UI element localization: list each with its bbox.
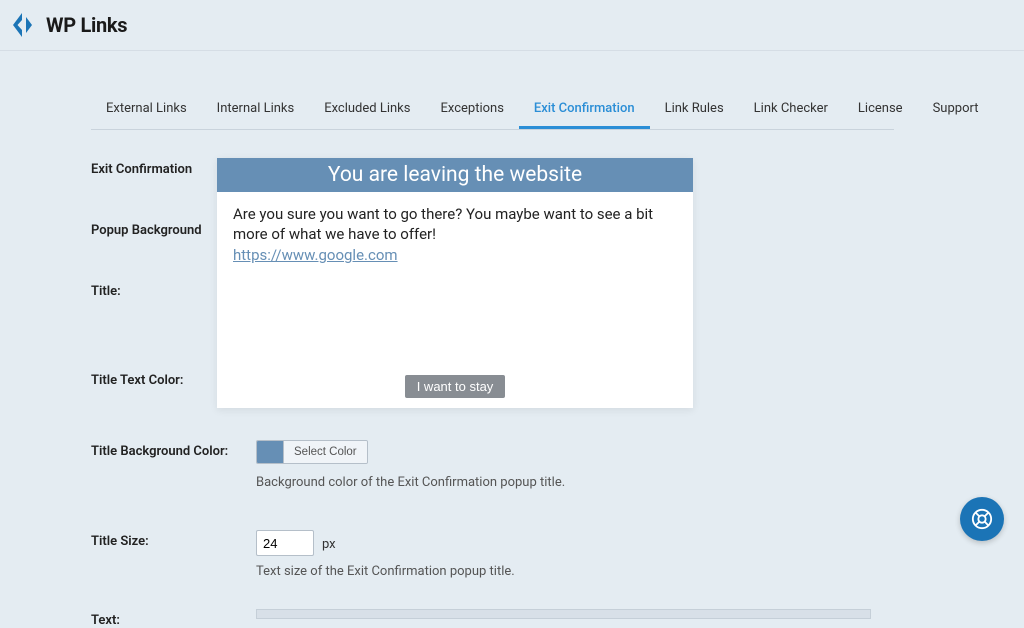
tab-internal-links[interactable]: Internal Links (202, 91, 310, 129)
preview-body-text: Are you sure you want to go there? You m… (233, 205, 653, 243)
tab-link-rules[interactable]: Link Rules (650, 91, 739, 129)
text-textarea[interactable] (256, 609, 871, 619)
brand-logo: WP Links (10, 11, 127, 39)
help-button[interactable] (960, 497, 1004, 541)
logo-icon (10, 11, 40, 39)
tab-license[interactable]: License (843, 91, 918, 129)
label-title-size: Title Size: (91, 530, 256, 549)
preview-link[interactable]: https://www.google.com (233, 246, 398, 264)
exit-confirmation-preview: You are leaving the website Are you sure… (217, 158, 693, 408)
label-text: Text: (91, 609, 256, 628)
title-size-input[interactable] (256, 530, 314, 556)
tab-exceptions[interactable]: Exceptions (425, 91, 518, 129)
title-size-helper: Text size of the Exit Confirmation popup… (256, 564, 894, 579)
tab-excluded-links[interactable]: Excluded Links (309, 91, 425, 129)
preview-body: Are you sure you want to go there? You m… (217, 192, 693, 375)
tab-support[interactable]: Support (918, 91, 994, 129)
stay-button[interactable]: I want to stay (405, 375, 506, 398)
title-size-unit: px (322, 537, 336, 552)
tab-exit-confirmation[interactable]: Exit Confirmation (519, 91, 650, 129)
lifebuoy-icon (971, 508, 993, 530)
color-swatch (257, 441, 283, 463)
title-bg-color-picker[interactable]: Select Color (256, 440, 368, 464)
preview-title: You are leaving the website (217, 158, 693, 192)
tab-external-links[interactable]: External Links (91, 91, 202, 129)
label-title-bg-color: Title Background Color: (91, 440, 256, 459)
title-bg-color-helper: Background color of the Exit Confirmatio… (256, 475, 894, 490)
tabs-nav: External Links Internal Links Excluded L… (91, 91, 894, 130)
header: WP Links (0, 0, 1024, 51)
brand-name: WP Links (46, 13, 127, 37)
tab-link-checker[interactable]: Link Checker (739, 91, 843, 129)
select-color-button[interactable]: Select Color (283, 441, 367, 463)
